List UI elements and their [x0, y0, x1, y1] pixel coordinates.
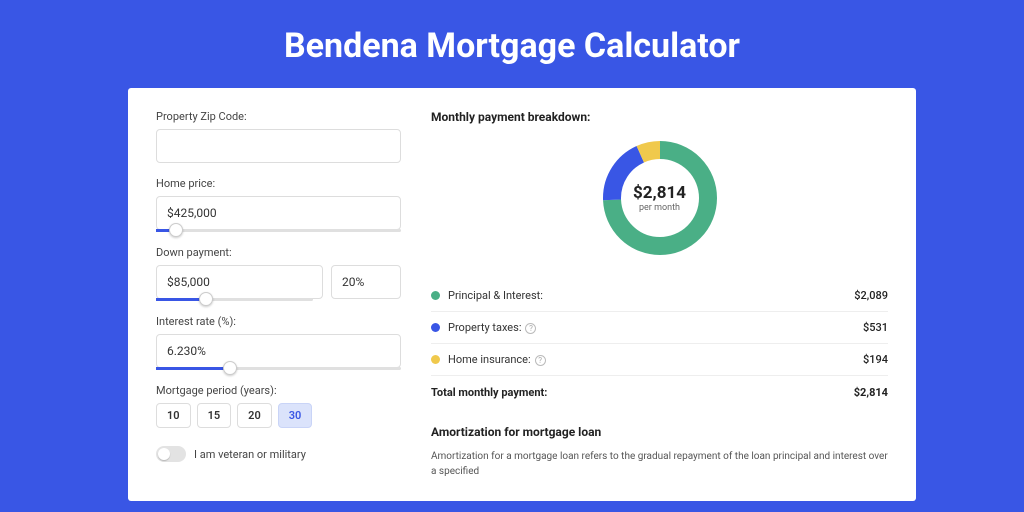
interest-slider[interactable] — [156, 367, 401, 370]
breakdown-panel: Monthly payment breakdown: $2,814 per mo… — [431, 110, 888, 479]
period-field: Mortgage period (years): 10152030 — [156, 384, 401, 428]
zip-label: Property Zip Code: — [156, 110, 401, 123]
home-price-field: Home price: — [156, 177, 401, 232]
legend-dot — [431, 291, 440, 300]
legend-row: Principal & Interest:$2,089 — [431, 280, 888, 312]
legend-value: $194 — [863, 353, 888, 366]
donut-amount: $2,814 — [633, 183, 686, 203]
total-label: Total monthly payment: — [431, 386, 854, 399]
veteran-row: I am veteran or military — [156, 446, 401, 462]
veteran-label: I am veteran or military — [194, 448, 306, 461]
legend-dot — [431, 355, 440, 364]
legend: Principal & Interest:$2,089Property taxe… — [431, 280, 888, 376]
period-button-30[interactable]: 30 — [278, 403, 313, 428]
down-payment-field: Down payment: — [156, 246, 401, 301]
interest-input[interactable] — [156, 334, 401, 368]
page-title: Bendena Mortgage Calculator — [0, 0, 1024, 88]
period-button-10[interactable]: 10 — [156, 403, 191, 428]
slider-thumb[interactable] — [223, 361, 237, 375]
period-button-row: 10152030 — [156, 403, 401, 428]
legend-label: Principal & Interest: — [448, 289, 854, 302]
down-payment-label: Down payment: — [156, 246, 401, 259]
legend-value: $531 — [863, 321, 888, 334]
zip-field: Property Zip Code: — [156, 110, 401, 163]
breakdown-title: Monthly payment breakdown: — [431, 110, 888, 124]
legend-row: Home insurance:?$194 — [431, 344, 888, 376]
legend-row: Property taxes:?$531 — [431, 312, 888, 344]
interest-field: Interest rate (%): — [156, 315, 401, 370]
period-button-15[interactable]: 15 — [197, 403, 232, 428]
slider-thumb[interactable] — [199, 292, 213, 306]
input-form: Property Zip Code: Home price: Down paym… — [156, 110, 401, 479]
amortization-text: Amortization for a mortgage loan refers … — [431, 449, 888, 479]
info-icon[interactable]: ? — [525, 323, 536, 334]
down-payment-pct-input[interactable] — [331, 265, 401, 299]
calculator-panel: Property Zip Code: Home price: Down paym… — [128, 88, 916, 501]
zip-input[interactable] — [156, 129, 401, 163]
period-button-20[interactable]: 20 — [237, 403, 272, 428]
amortization-title: Amortization for mortgage loan — [431, 425, 888, 439]
total-value: $2,814 — [854, 386, 888, 399]
legend-dot — [431, 323, 440, 332]
donut-chart: $2,814 per month — [431, 138, 888, 258]
donut-sub: per month — [639, 203, 680, 213]
veteran-toggle[interactable] — [156, 446, 186, 462]
home-price-label: Home price: — [156, 177, 401, 190]
interest-label: Interest rate (%): — [156, 315, 401, 328]
donut-center: $2,814 per month — [600, 138, 720, 258]
slider-thumb[interactable] — [169, 223, 183, 237]
down-payment-input[interactable] — [156, 265, 323, 299]
period-label: Mortgage period (years): — [156, 384, 401, 397]
total-row: Total monthly payment: $2,814 — [431, 376, 888, 415]
home-price-slider[interactable] — [156, 229, 401, 232]
down-payment-slider[interactable] — [156, 298, 313, 301]
legend-label: Property taxes:? — [448, 321, 863, 334]
legend-value: $2,089 — [854, 289, 888, 302]
home-price-input[interactable] — [156, 196, 401, 230]
info-icon[interactable]: ? — [535, 355, 546, 366]
legend-label: Home insurance:? — [448, 353, 863, 366]
